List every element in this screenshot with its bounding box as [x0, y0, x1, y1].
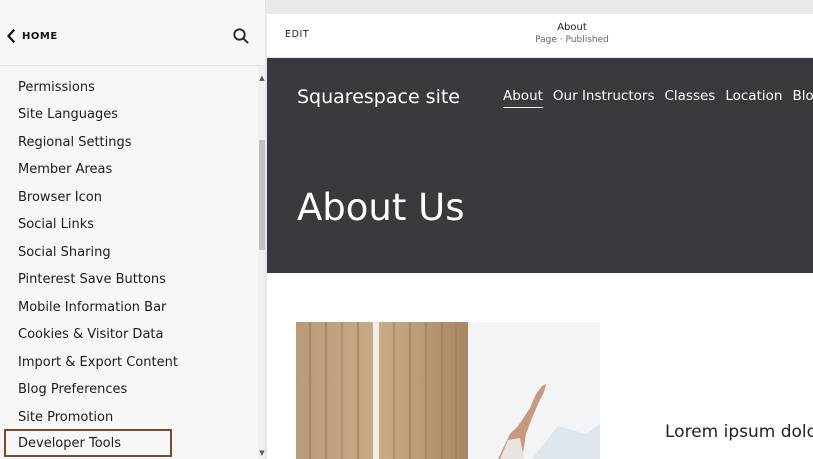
nav-link-blog[interactable]: Blog — [792, 88, 813, 108]
sidebar-header: HOME — [0, 0, 265, 66]
menu-item-blog-preferences[interactable]: Blog Preferences — [4, 377, 172, 403]
nav-link-classes[interactable]: Classes — [664, 88, 715, 108]
menu-item-site-promotion[interactable]: Site Promotion — [4, 404, 172, 430]
menu-item-cookies-visitor-data[interactable]: Cookies & Visitor Data — [4, 322, 172, 348]
hero-section: Squarespace site About Our Instructors C… — [267, 58, 813, 273]
menu-item-permissions[interactable]: Permissions — [4, 74, 172, 100]
home-back-button[interactable]: HOME — [6, 26, 58, 46]
menu-item-browser-icon[interactable]: Browser Icon — [4, 184, 172, 210]
nav-link-our-instructors[interactable]: Our Instructors — [553, 88, 655, 108]
search-button[interactable] — [230, 25, 252, 47]
edit-button[interactable]: EDIT — [285, 29, 309, 40]
home-back-label: HOME — [22, 30, 58, 42]
menu-item-regional-settings[interactable]: Regional Settings — [4, 129, 172, 155]
nav-link-about[interactable]: About — [503, 88, 543, 108]
menu-item-mobile-information-bar[interactable]: Mobile Information Bar — [4, 294, 172, 320]
page-name: About — [557, 22, 587, 33]
chevron-left-icon — [7, 29, 16, 43]
nav-link-location[interactable]: Location — [725, 88, 782, 108]
menu-item-pinterest-save-buttons[interactable]: Pinterest Save Buttons — [4, 267, 172, 293]
body-text: Lorem ipsum dolo — [665, 422, 813, 442]
page-status: Page · Published — [535, 35, 609, 45]
menu-item-social-sharing[interactable]: Social Sharing — [4, 239, 172, 265]
scroll-up-arrow-icon[interactable]: ▲ — [258, 74, 265, 82]
scrollbar-thumb[interactable] — [259, 140, 265, 250]
search-icon — [233, 28, 249, 44]
site-preview: EDIT About Page · Published Squarespace … — [267, 14, 813, 459]
menu-item-site-languages[interactable]: Site Languages — [4, 102, 172, 128]
content-image — [296, 322, 600, 459]
menu-item-import-export-content[interactable]: Import & Export Content — [4, 349, 178, 375]
sidebar-scrollbar[interactable]: ▲ ▼ — [258, 66, 265, 459]
hero-heading: About Us — [297, 186, 465, 229]
site-title[interactable]: Squarespace site — [297, 86, 460, 108]
scroll-down-arrow-icon[interactable]: ▼ — [258, 449, 265, 457]
page-title-block: About Page · Published — [507, 22, 637, 47]
site-navigation: About Our Instructors Classes Location B… — [503, 88, 813, 108]
preview-toolbar: EDIT About Page · Published — [267, 14, 813, 58]
menu-item-developer-tools[interactable]: Developer Tools — [4, 429, 172, 457]
menu-item-member-areas[interactable]: Member Areas — [4, 157, 172, 183]
menu-item-social-links[interactable]: Social Links — [4, 212, 172, 238]
settings-sidebar: HOME Permissions Site Languages Regional… — [0, 0, 266, 459]
